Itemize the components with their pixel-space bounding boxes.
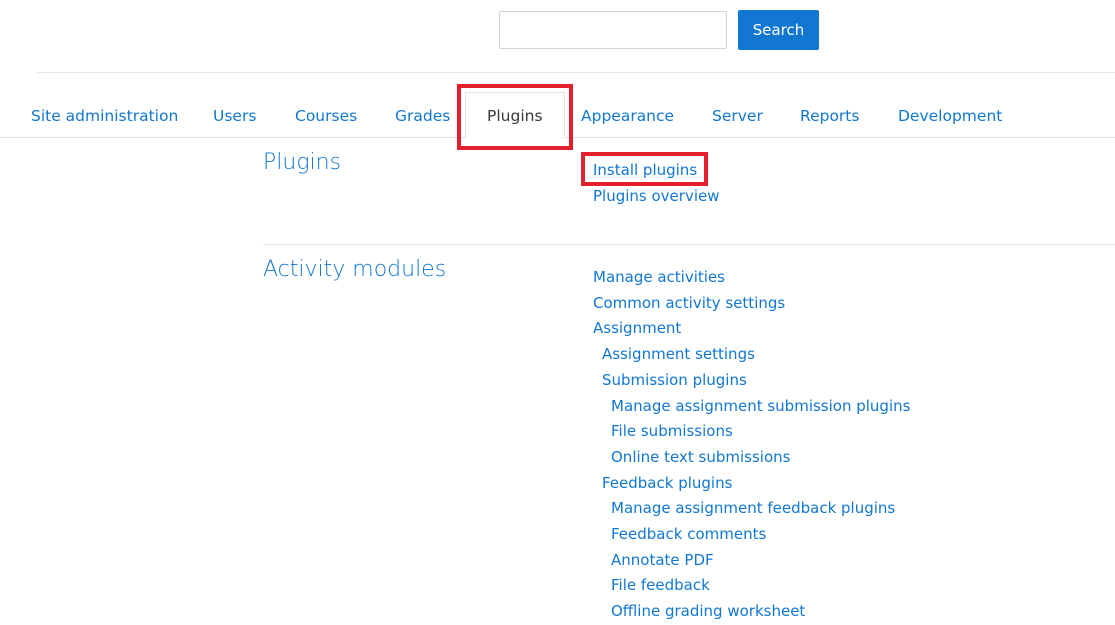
section-heading-plugins: Plugins	[263, 150, 342, 175]
manage-assignment-submission-plugins-link[interactable]: Manage assignment submission plugins	[593, 394, 910, 420]
tab-plugins[interactable]: Plugins	[487, 105, 543, 127]
section-heading-activity-modules: Activity modules	[263, 257, 447, 282]
section-divider	[263, 244, 1115, 245]
offline-grading-worksheet-link[interactable]: Offline grading worksheet	[593, 599, 910, 625]
admin-tabs: Site administration Users Courses Grades…	[0, 105, 1115, 137]
install-plugins-link[interactable]: Install plugins	[593, 158, 720, 184]
tab-site-administration[interactable]: Site administration	[31, 105, 178, 127]
plugins-links: Install plugins Plugins overview	[593, 158, 720, 209]
manage-activities-link[interactable]: Manage activities	[593, 265, 910, 291]
assignment-settings-link[interactable]: Assignment settings	[593, 342, 910, 368]
tab-grades[interactable]: Grades	[395, 105, 450, 127]
submission-plugins-link[interactable]: Submission plugins	[593, 368, 910, 394]
annotate-pdf-link[interactable]: Annotate PDF	[593, 548, 910, 574]
manage-assignment-feedback-plugins-link[interactable]: Manage assignment feedback plugins	[593, 496, 910, 522]
assignment-link[interactable]: Assignment	[593, 316, 910, 342]
feedback-comments-link[interactable]: Feedback comments	[593, 522, 910, 548]
tab-appearance[interactable]: Appearance	[581, 105, 674, 127]
search-button[interactable]: Search	[738, 10, 819, 50]
search-bar: Search	[499, 10, 819, 50]
file-submissions-link[interactable]: File submissions	[593, 419, 910, 445]
common-activity-settings-link[interactable]: Common activity settings	[593, 291, 910, 317]
search-input[interactable]	[499, 11, 727, 49]
plugins-overview-link[interactable]: Plugins overview	[593, 184, 720, 210]
file-feedback-link[interactable]: File feedback	[593, 573, 910, 599]
tab-courses[interactable]: Courses	[295, 105, 357, 127]
tab-reports[interactable]: Reports	[800, 105, 859, 127]
online-text-submissions-link[interactable]: Online text submissions	[593, 445, 910, 471]
header-divider	[37, 72, 1115, 73]
tab-server[interactable]: Server	[712, 105, 763, 127]
feedback-plugins-link[interactable]: Feedback plugins	[593, 471, 910, 497]
activity-modules-links: Manage activities Common activity settin…	[593, 265, 910, 625]
tab-development[interactable]: Development	[898, 105, 1002, 127]
tab-users[interactable]: Users	[213, 105, 256, 127]
